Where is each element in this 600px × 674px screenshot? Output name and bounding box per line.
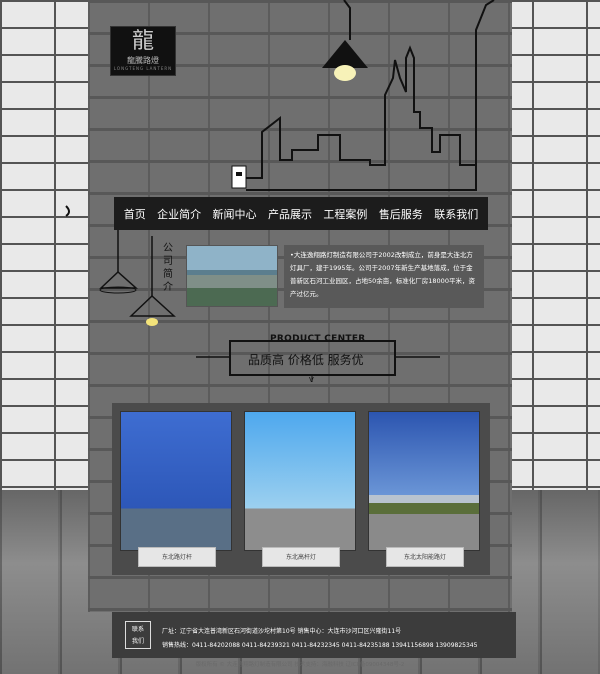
- nav-service[interactable]: 售后服务: [379, 206, 423, 222]
- nav-contact[interactable]: 联系我们: [434, 206, 478, 222]
- product-image-high-mast-light[interactable]: [244, 411, 356, 551]
- about-description: •大连逸翔路灯制造有限公司于2002改制成立，前身是大连北方灯具厂，建于1995…: [284, 245, 484, 308]
- product-image-solar-street-light[interactable]: [368, 411, 480, 551]
- footer-hotline: 销售热线：0411-84202088 0411-84239321 0411-84…: [162, 642, 478, 649]
- product-caption[interactable]: 东北太阳能路灯: [386, 547, 464, 567]
- copyright-text: 版权所有 © 大连逸翔路灯制造有限公司 技术支持：海融科技 辽ICP备09004…: [195, 662, 405, 668]
- product-card[interactable]: 东北高杆灯: [244, 411, 356, 573]
- product-slogan: 品质高 价格低 服务优: [248, 353, 364, 367]
- product-image-street-light-pole[interactable]: [120, 411, 232, 551]
- brand-logo[interactable]: 龍 龍騰路燈 LONGTENG LANTERN: [110, 26, 176, 76]
- contact-label-line1: 联系: [131, 626, 144, 633]
- main-nav: 首页 企业简介 新闻中心 产品展示 工程案例 售后服务 联系我们: [114, 197, 488, 230]
- logo-chinese-name: 龍騰路燈: [127, 56, 159, 65]
- nav-home[interactable]: 首页: [124, 206, 146, 222]
- nav-about[interactable]: 企业简介: [157, 206, 201, 222]
- footer-address: 厂址：辽宁省大连普湾新区石河街道沙坨村第10号 销售中心：大连市沙河口区兴隆街1…: [162, 628, 402, 635]
- nav-products[interactable]: 产品展示: [268, 206, 312, 222]
- logo-english-name: LONGTENG LANTERN: [113, 66, 173, 71]
- logo-mark: 龍: [131, 29, 154, 54]
- nav-cases[interactable]: 工程案例: [323, 206, 367, 222]
- product-caption[interactable]: 东北高杆灯: [262, 547, 340, 567]
- site-footer: 联系 我们 厂址：辽宁省大连普湾新区石河街道沙坨村第10号 销售中心：大连市沙河…: [112, 612, 516, 658]
- about-heading: 公司简介: [163, 243, 173, 293]
- nav-news[interactable]: 新闻中心: [213, 206, 257, 222]
- product-card[interactable]: 东北太阳能路灯: [368, 411, 480, 573]
- product-gallery: 东北路灯杆 东北高杆灯 东北太阳能路灯: [112, 403, 490, 575]
- contact-us-button[interactable]: 联系 我们: [125, 621, 151, 649]
- contact-label-line2: 我们: [131, 638, 144, 645]
- product-card[interactable]: 东北路灯杆: [120, 411, 232, 573]
- product-caption[interactable]: 东北路灯杆: [138, 547, 216, 567]
- factory-photo: [186, 245, 278, 307]
- product-center-arrow: V: [309, 376, 314, 384]
